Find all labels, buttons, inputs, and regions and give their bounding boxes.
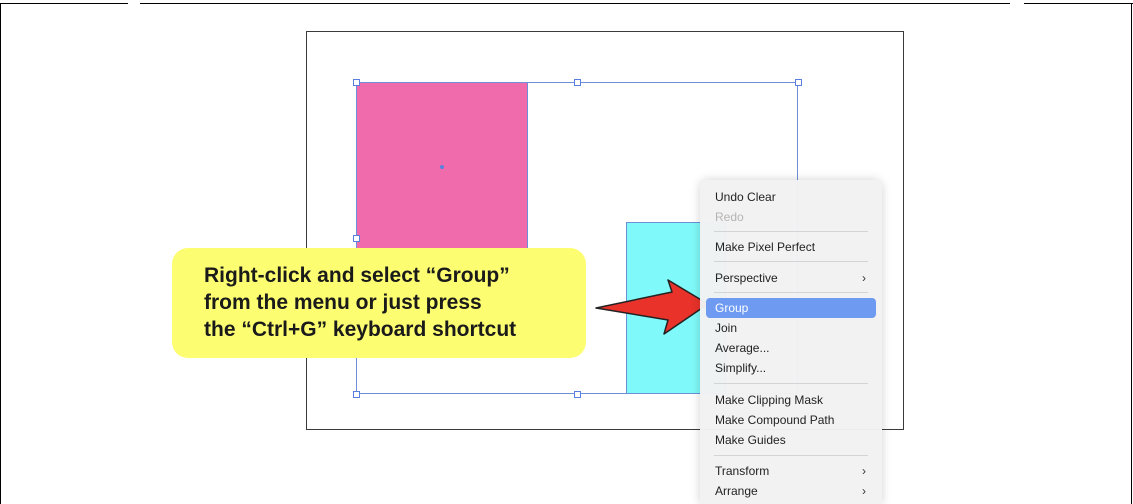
menu-item-simplify[interactable]: Simplify...: [706, 358, 876, 378]
frame-gap: [1010, 2, 1024, 5]
context-menu: Undo Clear Redo Make Pixel Perfect Persp…: [700, 180, 882, 504]
callout-line-1: Right-click and select “Group”: [204, 264, 510, 287]
menu-item-average[interactable]: Average...: [706, 338, 876, 358]
callout-line-2: from the menu or just press: [204, 291, 482, 314]
chevron-right-icon: ›: [862, 464, 866, 478]
frame-top-border: [0, 3, 1133, 4]
chevron-right-icon: ›: [862, 484, 866, 498]
menu-item-redo: Redo: [715, 210, 744, 224]
frame-right-border: [1131, 3, 1132, 504]
selection-handle-top-right[interactable]: [795, 79, 802, 86]
menu-item-perspective[interactable]: Perspective ›: [706, 268, 876, 288]
frame-gap: [128, 2, 140, 5]
selection-handle-middle-left[interactable]: [353, 235, 360, 242]
callout-line-3: the “Ctrl+G” keyboard shortcut: [204, 318, 517, 341]
menu-item-make-compound-path[interactable]: Make Compound Path: [706, 410, 876, 430]
menu-item-undo-clear[interactable]: Undo Clear: [706, 187, 876, 207]
menu-item-arrange[interactable]: Arrange ›: [706, 481, 876, 501]
chevron-right-icon: ›: [862, 271, 866, 285]
menu-item-make-pixel-perfect[interactable]: Make Pixel Perfect: [706, 237, 876, 257]
instruction-callout: Right-click and select “Group” from the …: [172, 248, 586, 358]
menu-item-make-guides[interactable]: Make Guides: [706, 430, 876, 450]
menu-item-group[interactable]: Group: [706, 298, 876, 318]
menu-separator: [714, 231, 868, 232]
menu-separator: [714, 383, 868, 384]
menu-item-transform[interactable]: Transform ›: [706, 461, 876, 481]
selection-handle-top-center[interactable]: [574, 79, 581, 86]
menu-item-make-clipping-mask[interactable]: Make Clipping Mask: [706, 390, 876, 410]
red-pointer-arrow-icon: [595, 279, 709, 335]
frame-left-border: [0, 3, 1, 504]
menu-item-join[interactable]: Join: [706, 318, 876, 338]
menu-separator: [714, 455, 868, 456]
menu-separator: [714, 261, 868, 262]
selection-handle-top-left[interactable]: [353, 79, 360, 86]
selection-handle-bottom-left[interactable]: [353, 391, 360, 398]
selection-handle-bottom-center[interactable]: [574, 391, 581, 398]
menu-separator: [714, 292, 868, 293]
